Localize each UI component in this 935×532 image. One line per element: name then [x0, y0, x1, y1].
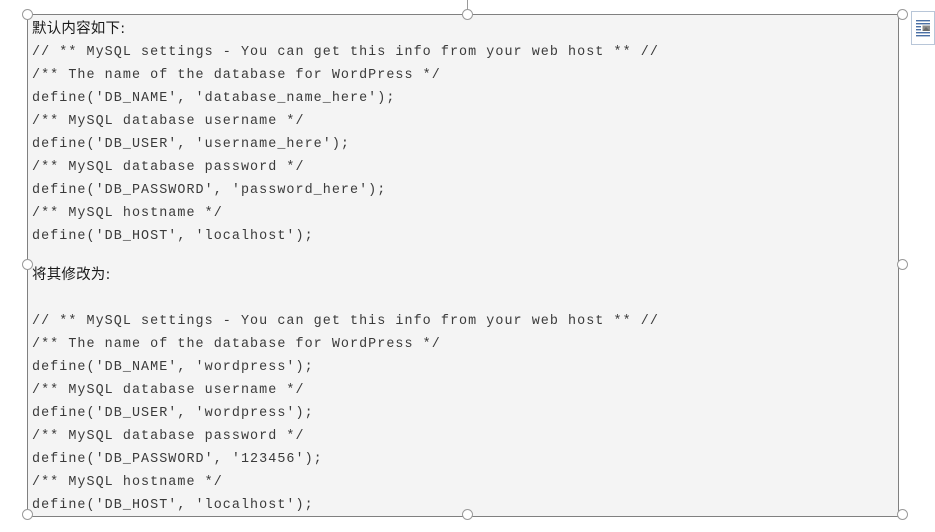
code-line: define('DB_HOST', 'localhost'); [32, 229, 314, 244]
resize-handle-top-center[interactable] [462, 8, 473, 20]
resize-handle-middle-left[interactable] [21, 259, 33, 270]
code-line: /** MySQL database username */ [32, 383, 305, 398]
layout-options-button[interactable] [911, 11, 935, 45]
code-line: // ** MySQL settings - You can get this … [32, 45, 659, 60]
code-line: /** MySQL database password */ [32, 429, 305, 444]
code-line: /** MySQL database username */ [32, 114, 305, 129]
resize-handle-bottom-left[interactable] [21, 509, 33, 520]
code-line: define('DB_USER', 'username_here'); [32, 137, 350, 152]
annotation-line: 将其修改为: [32, 267, 111, 283]
selected-picture-object[interactable]: 默认内容如下: // ** MySQL settings - You can ge… [27, 14, 899, 517]
code-line: // ** MySQL settings - You can get this … [32, 314, 659, 329]
code-line: /** MySQL database password */ [32, 160, 305, 175]
code-line: /** MySQL hostname */ [32, 206, 223, 221]
code-line: define('DB_USER', 'wordpress'); [32, 406, 314, 421]
resize-handle-bottom-right[interactable] [897, 509, 908, 520]
resize-handle-bottom-center[interactable] [462, 509, 473, 520]
layout-options-icon [915, 17, 932, 39]
resize-handle-top-left[interactable] [21, 8, 33, 20]
code-line: /** MySQL hostname */ [32, 475, 223, 490]
code-line: define('DB_PASSWORD', '123456'); [32, 452, 323, 467]
resize-handle-middle-right[interactable] [897, 259, 908, 270]
picture-text-content: 默认内容如下: // ** MySQL settings - You can ge… [28, 15, 898, 516]
resize-handle-top-right[interactable] [897, 8, 908, 20]
code-line: define('DB_NAME', 'wordpress'); [32, 360, 314, 375]
code-line: define('DB_PASSWORD', 'password_here'); [32, 183, 387, 198]
code-line: define('DB_NAME', 'database_name_here'); [32, 91, 396, 106]
annotation-line: 默认内容如下: [32, 21, 126, 37]
code-line: /** The name of the database for WordPre… [32, 68, 441, 83]
code-line: /** The name of the database for WordPre… [32, 337, 441, 352]
